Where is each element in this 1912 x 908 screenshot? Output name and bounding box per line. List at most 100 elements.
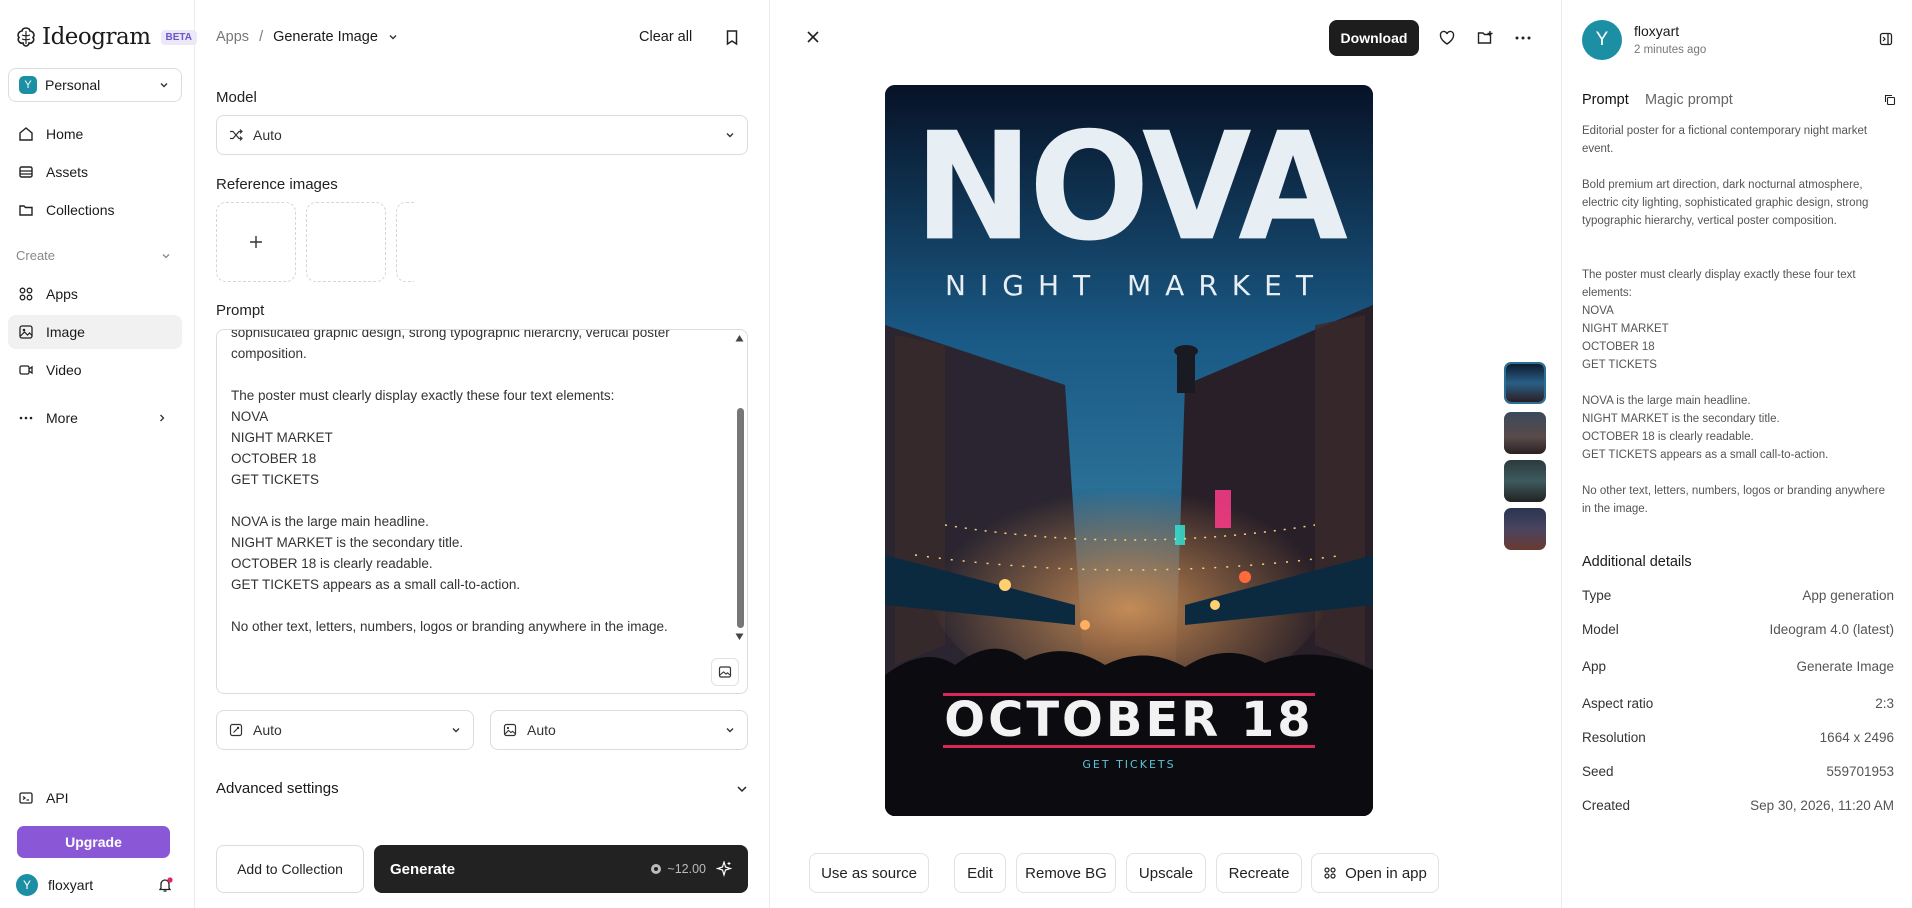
detail-value: 2:3	[1875, 696, 1894, 711]
recreate-button[interactable]: Recreate	[1216, 853, 1302, 893]
beta-badge: BETA	[160, 29, 197, 45]
breadcrumb-current[interactable]: Generate Image	[273, 29, 378, 45]
image-viewer: Download NOVA NIGHT MARKET OCTOBER 18 GE…	[771, 0, 1561, 908]
model-label: Model	[216, 89, 257, 106]
prompt-paragraph: Editorial poster for a fictional contemp…	[1582, 125, 1871, 155]
prompt-paragraph: NOVA is the large main headline. NIGHT M…	[1582, 395, 1829, 461]
created-ago: 2 minutes ago	[1634, 44, 1707, 56]
like-button[interactable]	[1439, 30, 1455, 46]
generation-cost-value: ~12.00	[667, 862, 706, 876]
tab-prompt[interactable]: Prompt	[1582, 92, 1629, 108]
nav-image[interactable]: Image	[8, 315, 182, 349]
scroll-up-arrow[interactable]	[735, 334, 744, 342]
advanced-settings-toggle[interactable]: Advanced settings	[216, 780, 748, 797]
upscale-button[interactable]: Upscale	[1126, 853, 1206, 893]
variant-thumbnail-2[interactable]	[1504, 412, 1546, 454]
download-button[interactable]: Download	[1329, 20, 1419, 56]
detail-value: Ideogram 4.0 (latest)	[1769, 622, 1894, 637]
edit-button[interactable]: Edit	[954, 853, 1006, 893]
copy-prompt-button[interactable]	[1884, 94, 1896, 106]
add-to-folder-button[interactable]	[1477, 30, 1494, 46]
variant-thumbnail-4[interactable]	[1504, 508, 1546, 550]
detail-key: Type	[1582, 588, 1612, 603]
nav-video-label: Video	[46, 362, 82, 378]
add-reference-image-button[interactable]	[216, 202, 296, 282]
magic-prompt-select[interactable]: Auto	[216, 710, 474, 750]
generate-button[interactable]: Generate ~12.00	[374, 845, 748, 893]
upgrade-button[interactable]: Upgrade	[17, 826, 170, 858]
add-to-collection-button[interactable]: Add to Collection	[216, 845, 364, 893]
create-section-header[interactable]: Create	[16, 248, 171, 263]
variant-thumbnail-1[interactable]	[1504, 362, 1546, 404]
sparkle-icon	[716, 861, 732, 877]
assets-icon	[19, 166, 33, 178]
nav-assets[interactable]: Assets	[8, 155, 182, 189]
create-section-label: Create	[16, 248, 56, 263]
notifications-button[interactable]	[157, 877, 173, 893]
close-viewer-button[interactable]	[807, 31, 819, 43]
more-options-button[interactable]	[1514, 30, 1532, 46]
chevron-down-icon	[162, 254, 170, 259]
detail-value: App generation	[1802, 588, 1894, 603]
workspace-selector[interactable]: Y Personal	[8, 68, 182, 102]
style-select[interactable]: Auto	[490, 710, 748, 750]
bookmark-icon	[726, 30, 738, 46]
reference-image-slot[interactable]	[396, 202, 414, 282]
image-to-prompt-icon	[718, 666, 732, 678]
breadcrumb-apps[interactable]: Apps	[216, 29, 249, 45]
nav-apps[interactable]: Apps	[8, 277, 182, 311]
user-avatar: Y	[16, 874, 38, 896]
poster-date: OCTOBER 18	[944, 692, 1314, 748]
detail-key: App	[1582, 659, 1607, 674]
sidebar: Ideogram BETA Y Personal Home Assets Col…	[0, 0, 197, 908]
reference-image-slot[interactable]	[306, 202, 386, 282]
toggle-panel-button[interactable]	[1879, 32, 1893, 46]
nav-video[interactable]: Video	[8, 353, 182, 387]
prompt-image-button[interactable]	[711, 658, 739, 686]
nav-collections[interactable]: Collections	[8, 193, 182, 227]
prompt-scrollbar[interactable]	[737, 408, 744, 628]
model-select[interactable]: Auto	[216, 115, 748, 155]
use-as-source-label: Use as source	[821, 864, 917, 882]
author-name[interactable]: floxyart	[1634, 23, 1679, 39]
detail-row-type: Type App generation	[1582, 588, 1894, 603]
nav-more-label: More	[46, 410, 78, 426]
user-menu[interactable]: Y floxyart	[16, 874, 93, 896]
nav-assets-label: Assets	[46, 164, 89, 180]
chevron-down-icon[interactable]	[388, 32, 398, 42]
user-name: floxyart	[48, 877, 94, 893]
poster-subtitle: NIGHT MARKET	[945, 269, 1327, 302]
nav-api-label: API	[46, 790, 69, 806]
more-dots-icon	[19, 416, 33, 420]
remove-bg-button[interactable]: Remove BG	[1016, 853, 1116, 893]
copy-icon	[1884, 94, 1896, 106]
nav-home[interactable]: Home	[8, 117, 182, 151]
generated-image[interactable]: NOVA NIGHT MARKET OCTOBER 18 GET TICKETS	[885, 85, 1373, 816]
nav-api[interactable]: API	[8, 781, 182, 815]
ideogram-logo[interactable]: Ideogram BETA	[14, 24, 197, 50]
apps-icon	[1324, 867, 1336, 879]
detail-key: Model	[1582, 622, 1619, 637]
variant-thumbnail-3[interactable]	[1504, 460, 1546, 502]
style-value: Auto	[527, 722, 556, 738]
use-as-source-button[interactable]: Use as source	[809, 853, 929, 893]
prompt-textarea[interactable]: sophisticated graphic design, strong typ…	[216, 329, 748, 694]
generation-cost: ~12.00	[650, 862, 706, 876]
scroll-down-arrow[interactable]	[735, 633, 744, 641]
bookmark-button[interactable]	[724, 29, 740, 46]
poster-cta: GET TICKETS	[1082, 758, 1176, 771]
tab-magic-prompt[interactable]: Magic prompt	[1645, 92, 1733, 108]
prompt-paragraph: No other text, letters, numbers, logos o…	[1582, 485, 1889, 515]
detail-row-seed: Seed 559701953	[1582, 764, 1894, 779]
detail-key: Aspect ratio	[1582, 696, 1654, 711]
detail-value: 1664 x 2496	[1819, 730, 1894, 745]
remove-bg-label: Remove BG	[1025, 864, 1107, 882]
author-avatar[interactable]: Y	[1582, 20, 1622, 60]
ideogram-logo-icon	[17, 27, 35, 47]
open-in-app-button[interactable]: Open in app	[1311, 853, 1439, 893]
workspace-name: Personal	[45, 77, 101, 93]
nav-more[interactable]: More	[8, 401, 173, 435]
chevron-down-icon	[160, 83, 168, 88]
chevron-down-icon	[452, 728, 460, 733]
clear-all-button[interactable]: Clear all	[639, 29, 692, 45]
